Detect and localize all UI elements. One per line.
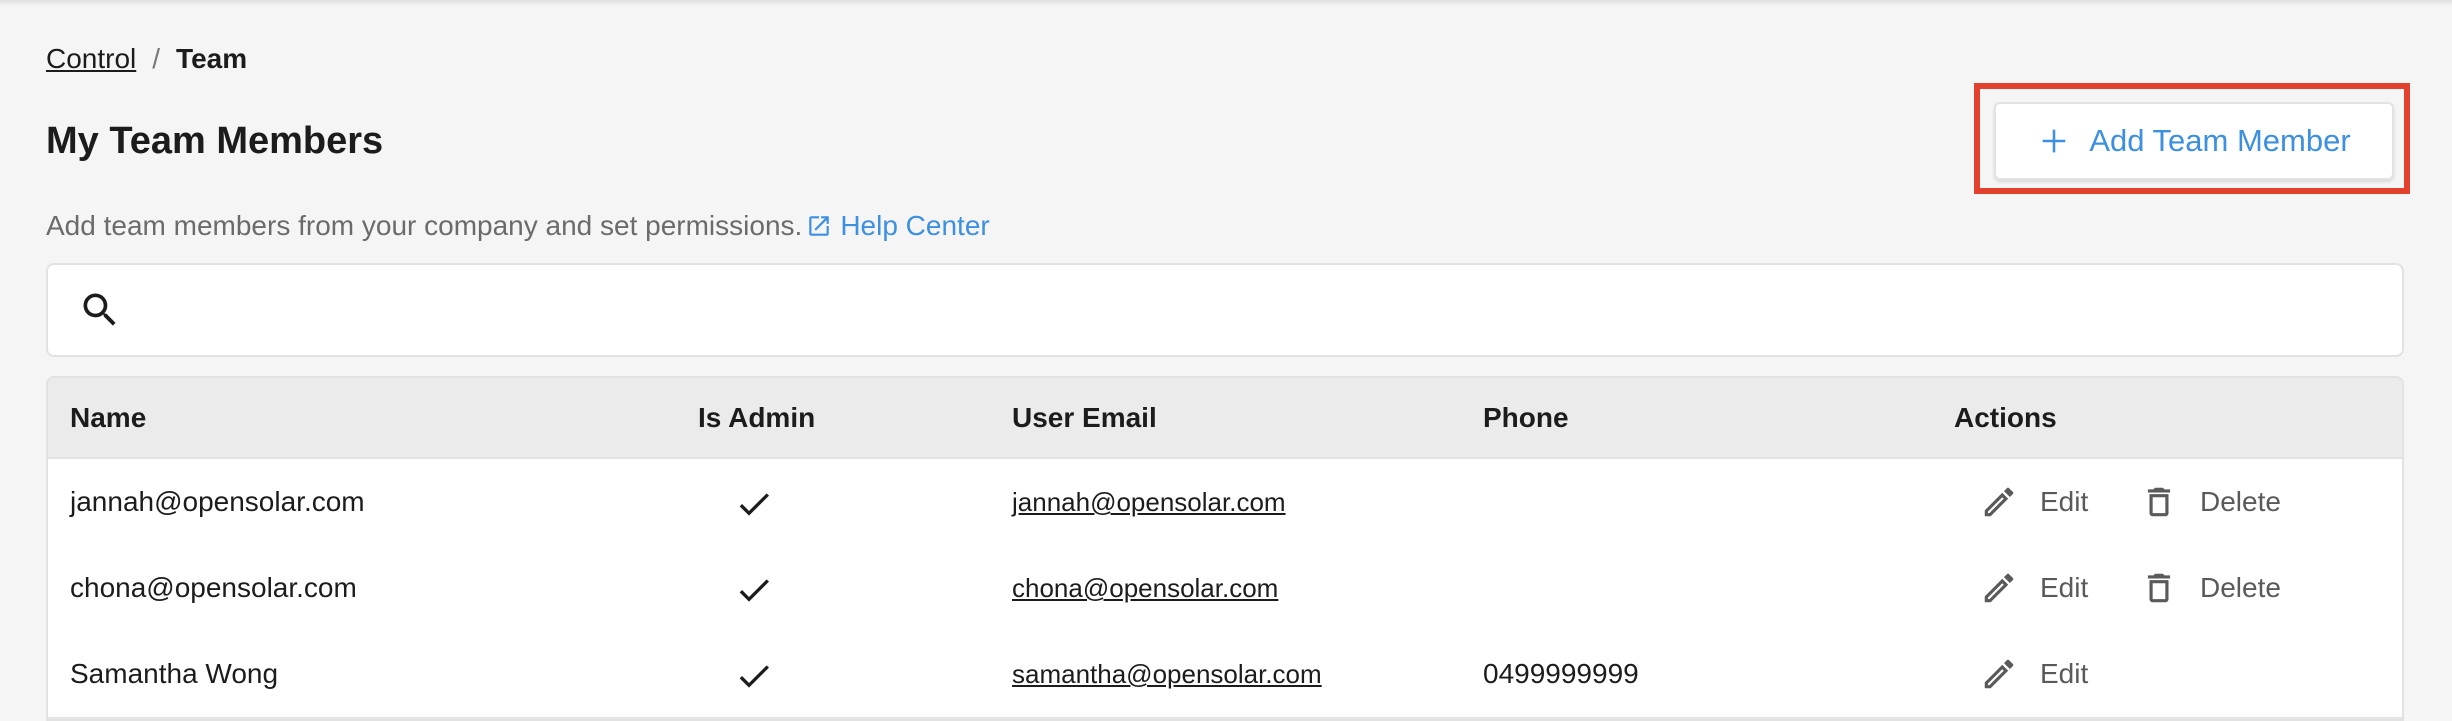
pencil-icon bbox=[1984, 659, 2014, 689]
delete-label: Delete bbox=[2200, 572, 2281, 603]
page-subtitle: Add team members from your company and s… bbox=[46, 209, 990, 243]
is-admin-cell bbox=[734, 459, 774, 545]
breadcrumb-control-link[interactable]: Control bbox=[46, 42, 136, 76]
check-icon bbox=[739, 664, 769, 688]
edit-label: Edit bbox=[2040, 658, 2089, 689]
search-bar bbox=[46, 263, 2404, 357]
member-email-link[interactable]: chona@opensolar.com bbox=[1012, 573, 1278, 603]
member-phone: 0499999999 bbox=[1483, 658, 1639, 689]
member-name: chona@opensolar.com bbox=[70, 572, 357, 603]
team-members-table: Name Is Admin User Email Phone Actions j… bbox=[46, 376, 2404, 721]
plus-icon bbox=[2042, 129, 2066, 153]
add-team-member-label: Add Team Member bbox=[2089, 123, 2351, 158]
column-header-name[interactable]: Name bbox=[70, 378, 146, 457]
add-team-member-button[interactable]: Add Team Member bbox=[1994, 102, 2394, 180]
email-cell: chona@opensolar.com bbox=[1012, 545, 1278, 631]
pencil-icon bbox=[1984, 573, 2014, 603]
email-cell: jannah@opensolar.com bbox=[1012, 459, 1286, 545]
external-link-icon bbox=[809, 216, 830, 236]
breadcrumb-current: Team bbox=[176, 43, 248, 74]
table-row: jannah@opensolar.com jannah@opensolar.co… bbox=[48, 459, 2402, 547]
member-email-link[interactable]: jannah@opensolar.com bbox=[1012, 487, 1286, 517]
top-shadow bbox=[0, 0, 2452, 6]
table-header: Name Is Admin User Email Phone Actions bbox=[48, 378, 2402, 459]
table-row: Samantha Wong samantha@opensolar.com 049… bbox=[48, 631, 2402, 719]
check-icon bbox=[739, 578, 769, 602]
pencil-icon bbox=[1984, 487, 2014, 517]
breadcrumb-separator: / bbox=[152, 43, 161, 74]
delete-button[interactable]: Delete bbox=[2140, 459, 2281, 545]
column-header-is-admin[interactable]: Is Admin bbox=[698, 378, 815, 457]
subtitle-text: Add team members from your company and s… bbox=[46, 210, 803, 241]
delete-label: Delete bbox=[2200, 486, 2281, 517]
breadcrumb: Control / Team bbox=[46, 42, 247, 76]
edit-button[interactable]: Edit bbox=[1980, 545, 2088, 631]
edit-button[interactable]: Edit bbox=[1980, 459, 2088, 545]
column-header-actions: Actions bbox=[1954, 402, 2057, 433]
is-admin-cell bbox=[734, 631, 774, 717]
column-header-phone[interactable]: Phone bbox=[1483, 378, 1569, 457]
page-title: My Team Members bbox=[46, 120, 384, 162]
help-center-link[interactable]: Help Center bbox=[806, 209, 990, 243]
trash-icon bbox=[2147, 487, 2171, 517]
search-icon bbox=[83, 293, 116, 326]
search-input[interactable] bbox=[142, 279, 2382, 341]
column-header-user-email[interactable]: User Email bbox=[1012, 378, 1157, 457]
help-center-label: Help Center bbox=[840, 210, 990, 241]
is-admin-cell bbox=[734, 545, 774, 631]
edit-label: Edit bbox=[2040, 486, 2089, 517]
member-email-link[interactable]: samantha@opensolar.com bbox=[1012, 659, 1322, 689]
delete-button[interactable]: Delete bbox=[2140, 545, 2281, 631]
check-icon bbox=[739, 492, 769, 516]
trash-icon bbox=[2147, 573, 2171, 603]
edit-label: Edit bbox=[2040, 572, 2089, 603]
member-name: jannah@opensolar.com bbox=[70, 486, 365, 517]
table-row: chona@opensolar.com chona@opensolar.com … bbox=[48, 545, 2402, 633]
member-name: Samantha Wong bbox=[70, 658, 279, 689]
email-cell: samantha@opensolar.com bbox=[1012, 631, 1322, 717]
edit-button[interactable]: Edit bbox=[1980, 631, 2088, 717]
